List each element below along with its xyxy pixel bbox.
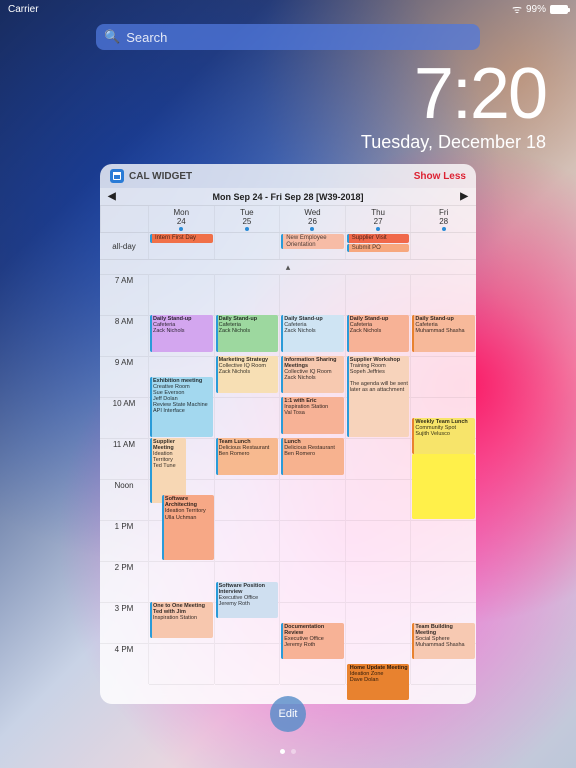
- battery-percent: 99%: [526, 4, 546, 15]
- calendar-event[interactable]: Supplier MeetingIdeation TerritoryTed Tu…: [150, 438, 186, 503]
- day-header[interactable]: Thu27: [345, 206, 411, 232]
- hour-label: 10 AM: [100, 397, 148, 438]
- allday-event[interactable]: Intern First Day: [150, 234, 213, 243]
- hour-label: 1 PM: [100, 520, 148, 561]
- calendar-event[interactable]: Exhibition meetingCreative RoomSue Evers…: [150, 377, 213, 438]
- calendar-event[interactable]: Daily Stand-upCafeteriaZack Nichols: [216, 315, 279, 352]
- lock-time: 7:20: [361, 58, 546, 130]
- day-header[interactable]: Wed26: [279, 206, 345, 232]
- calendar-event[interactable]: One to One Meeting Ted with JimInspirati…: [150, 602, 213, 638]
- wifi-icon: ᯤ: [512, 2, 522, 17]
- edit-button[interactable]: Edit: [270, 696, 306, 732]
- calendar-event[interactable]: Software Position InterviewExecutive Off…: [216, 582, 279, 619]
- calendar-event[interactable]: Information Sharing MeetingsCollective I…: [281, 356, 344, 393]
- calendar-event[interactable]: Documentation ReviewExecutive OfficeJere…: [281, 623, 344, 660]
- hour-label: 4 PM: [100, 643, 148, 684]
- allday-event[interactable]: Supplier Visit: [347, 234, 410, 243]
- calendar-event[interactable]: Marketing StrategyCollective IQ RoomZack…: [216, 356, 279, 393]
- allday-event[interactable]: Submit PO: [347, 244, 410, 253]
- day-header[interactable]: Fri28: [410, 206, 476, 232]
- calendar-event[interactable]: LunchDelicious RestaurantBen Romero: [281, 438, 344, 475]
- calendar-widget: CAL WIDGET Show Less ◀ Mon Sep 24 - Fri …: [100, 164, 476, 704]
- hour-label: 11 AM: [100, 438, 148, 479]
- day-header[interactable]: Mon24: [148, 206, 214, 232]
- next-week-button[interactable]: ▶: [460, 191, 468, 202]
- carrier-label: Carrier: [8, 4, 39, 15]
- calendar-event[interactable]: Weekly Team LunchCommunity SpotSujith Ve…: [412, 418, 475, 455]
- allday-label: all-day: [100, 233, 148, 259]
- battery-icon: [550, 5, 568, 14]
- page-indicator[interactable]: [280, 749, 296, 754]
- calendar-event[interactable]: Home Update MeetingIdeation ZoneDave Dol…: [347, 664, 410, 701]
- calendar-event[interactable]: Daily Stand-upCafeteriaMuhammad Shasha: [412, 315, 475, 352]
- prev-week-button[interactable]: ◀: [108, 191, 116, 202]
- hour-label: 7 AM: [100, 274, 148, 315]
- hour-label: 9 AM: [100, 356, 148, 397]
- expand-top-icon[interactable]: ▴: [100, 260, 476, 274]
- calendar-event[interactable]: Daily Stand-upCafeteriaZack Nichols: [347, 315, 410, 352]
- calendar-event[interactable]: Daily Stand-upCafeteriaZack Nichols: [150, 315, 213, 352]
- calendar-event[interactable]: Supplier WorkshopTraining RoomSopeh Jeff…: [347, 356, 410, 437]
- search-icon: 🔍: [104, 29, 120, 45]
- week-range-label: Mon Sep 24 - Fri Sep 28 [W39-2018]: [212, 192, 363, 202]
- day-header[interactable]: Tue25: [214, 206, 280, 232]
- calendar-event[interactable]: Team Building MeetingSocial SphereMuhamm…: [412, 623, 475, 660]
- app-icon: [110, 169, 124, 183]
- calendar-event[interactable]: Daily Stand-upCafeteriaZack Nichols: [281, 315, 344, 352]
- hour-label: 2 PM: [100, 561, 148, 602]
- calendar-event[interactable]: [412, 454, 475, 519]
- calendar-event[interactable]: Team LunchDelicious RestaurantBen Romero: [216, 438, 279, 475]
- search-placeholder: Search: [126, 30, 167, 45]
- search-field[interactable]: 🔍 Search: [96, 24, 480, 50]
- show-less-button[interactable]: Show Less: [414, 171, 466, 182]
- lock-date: Tuesday, December 18: [361, 132, 546, 153]
- calendar-event[interactable]: 1:1 with EricInspiration StationVal Tosa: [281, 397, 344, 434]
- hour-label: 3 PM: [100, 602, 148, 643]
- hour-label: Noon: [100, 479, 148, 520]
- hour-label: 8 AM: [100, 315, 148, 356]
- allday-event[interactable]: New Employee Orientation: [281, 234, 344, 249]
- widget-title: CAL WIDGET: [129, 171, 192, 182]
- calendar-event[interactable]: Software ArchitectingIdeation TerritoryU…: [162, 495, 214, 560]
